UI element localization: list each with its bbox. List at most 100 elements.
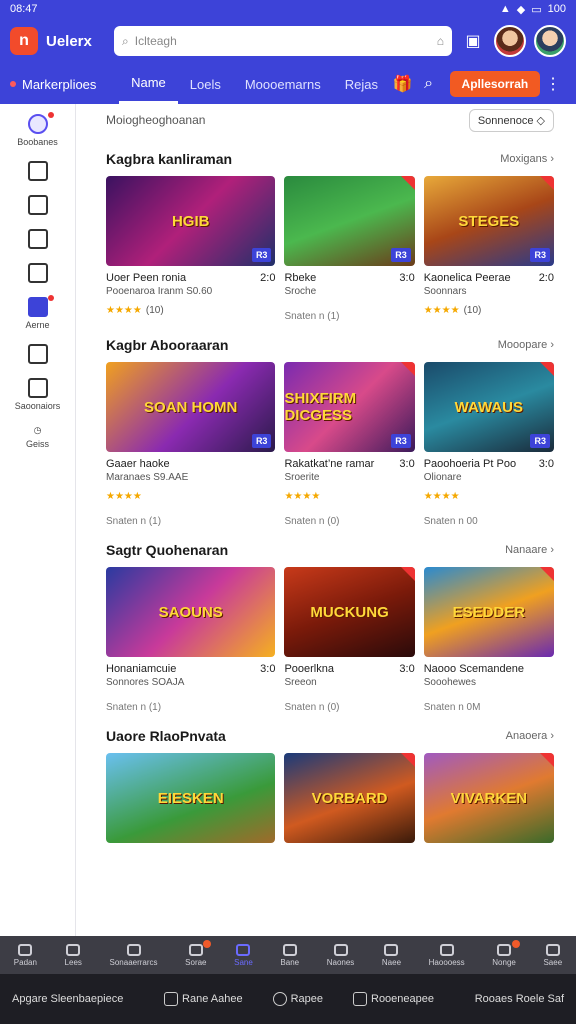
product-title[interactable]: Naooo Scemandene (424, 663, 524, 675)
bottom-nav-item[interactable]: Bane (280, 943, 299, 967)
tab-rejas[interactable]: Rejas (333, 64, 390, 104)
product-thumbnail[interactable]: SHIXFIRM DICGESS R3 (284, 362, 415, 452)
product-card[interactable]: SAOUNS Honaniamcuie 3:0 Sonnores SOAJA Snate… (106, 567, 276, 713)
product-title[interactable]: Kaonelica Peerae (424, 272, 511, 284)
product-title[interactable]: Uoer Peen ronia (106, 272, 186, 284)
search-field[interactable]: ⌕ Iclteagh ⌂ (114, 26, 452, 56)
sidebar-item-7[interactable]: Saoonaiors (0, 378, 76, 411)
rating-stars: ★★★★ (10) (424, 305, 554, 316)
more-icon[interactable]: ⋮ (540, 71, 566, 97)
bottom-nav-item[interactable]: Naee (382, 943, 401, 967)
see-more-link[interactable]: Anaoera › (506, 730, 554, 742)
product-thumbnail[interactable]: MUCKUNG (284, 567, 415, 657)
product-thumbnail[interactable]: WAWAUS R3 (423, 362, 554, 452)
bottom-nav-item[interactable]: Sonaaerrarcs (110, 943, 158, 967)
product-card[interactable]: MUCKUNG Pooerlkna 3:0 Sreeon Snaten n (0) (284, 567, 415, 713)
product-subtitle: Soonnars (424, 286, 554, 297)
see-more-link[interactable]: Nanaare › (505, 544, 554, 556)
bottom-nav-item[interactable]: Nonge (492, 939, 520, 967)
product-card[interactable]: WAWAUS R3 Paoohoeria Pt Poo 3:0 Olionare ★★★… (423, 362, 554, 527)
circle-icon (272, 992, 287, 1006)
product-title[interactable]: Honaniamcuie (106, 663, 176, 675)
sidebar-item-4[interactable] (0, 263, 76, 283)
tab-name[interactable]: Name (119, 64, 178, 104)
wand-icon (333, 943, 348, 956)
cta-button[interactable]: Apllesorrah (449, 71, 541, 97)
rating-stars: ★★★★ (424, 491, 554, 502)
app-bar: n Uelerx ⌕ Iclteagh ⌂ ▣ (0, 18, 576, 64)
price-badge: R3 (391, 248, 411, 262)
see-more-label: Moxigans (500, 153, 548, 165)
product-card[interactable]: VIVARKEN (423, 753, 554, 843)
tab-loels[interactable]: Loels (178, 64, 233, 104)
system-btn-1[interactable]: Rapee (272, 992, 323, 1006)
person-icon (545, 943, 560, 956)
product-card[interactable]: HGIB R3 Uoer Peen ronia 2:0 Pooenaroa Iranm … (106, 176, 276, 322)
product-thumbnail[interactable]: R3 (284, 176, 415, 266)
bottom-nav-item[interactable]: Naones (326, 943, 355, 967)
product-thumbnail[interactable]: VORBARD (284, 753, 415, 843)
product-title[interactable]: Paoohoeria Pt Poo (424, 458, 516, 470)
tab-moooemarns[interactable]: Moooemarns (233, 64, 333, 104)
product-title-row: Kaonelica Peerae 2:0 (424, 272, 554, 284)
app-logo[interactable]: n (10, 27, 38, 55)
bottom-nav-item[interactable]: Padan (14, 943, 37, 967)
system-left-text[interactable]: Apgare Sleenbaepiece (12, 993, 123, 1005)
results-bar: Moiogheoghoanan Sonnenoce ◇ (106, 104, 554, 136)
sidebar-item-0[interactable]: Boobanes (0, 112, 76, 147)
product-thumbnail[interactable]: STEGES R3 (423, 176, 554, 266)
avatar-secondary[interactable] (534, 25, 566, 57)
system-right-text[interactable]: Rooaes Roele Saf (475, 993, 564, 1005)
corner-ribbon (539, 176, 554, 190)
section: Kagbr Abooraaran Mooopare › SOAN HOMN R3 Gaa… (106, 328, 554, 527)
bottom-nav-item[interactable]: Lees (65, 943, 82, 967)
product-card[interactable]: EIESKEN (106, 753, 276, 843)
product-card[interactable]: STEGES R3 Kaonelica Peerae 2:0 Soonnars ★★★★… (423, 176, 554, 322)
bottom-nav-item[interactable]: Sane (234, 943, 253, 967)
calendar-icon[interactable]: ▣ (460, 28, 486, 54)
sidebar-item-6[interactable] (0, 344, 76, 364)
system-btn-0[interactable]: Rane Aahee (164, 992, 243, 1006)
product-card[interactable]: SHIXFIRM DICGESS R3 Rakatkat’ne ramar 3:0 Sr… (284, 362, 415, 527)
product-title[interactable]: Rbeke (284, 272, 316, 284)
gift-icon[interactable]: 🎁 (390, 71, 416, 97)
marketplace-switch[interactable]: Markerplioes (10, 77, 119, 92)
product-thumbnail[interactable]: EIESKEN (106, 753, 276, 843)
search-icon[interactable]: ⌕ (416, 71, 442, 97)
section-header: Sagtr Quohenaran Nanaare › (106, 533, 554, 567)
thumbnail-art-text: STEGES (458, 212, 520, 230)
search-icon: ⌕ (122, 33, 129, 48)
product-thumbnail[interactable]: HGIB R3 (106, 176, 276, 266)
bag-icon[interactable]: ⌂ (437, 34, 444, 48)
system-mid: Rane Aahee Rapee Rooeneapee (164, 992, 434, 1006)
product-title[interactable]: Pooerlkna (284, 663, 334, 675)
avatar[interactable] (494, 25, 526, 57)
product-meta: Snaten n (1) (284, 311, 340, 322)
product-thumbnail[interactable]: SAOUNS (106, 567, 276, 657)
product-card[interactable]: VORBARD (284, 753, 415, 843)
bottom-nav-item[interactable]: Sorae (185, 939, 211, 967)
product-meta: Snaten n 00 (423, 516, 478, 527)
sidebar-item-1[interactable] (0, 161, 76, 181)
product-thumbnail[interactable]: VIVARKEN (423, 753, 554, 843)
product-thumbnail[interactable]: SOAN HOMN R3 (106, 362, 276, 452)
thumbnail-art-text: MUCKUNG (310, 603, 389, 621)
see-more-link[interactable]: Mooopare › (498, 339, 554, 351)
sidebar-item-2[interactable] (0, 195, 76, 215)
bottom-nav-label: Naones (326, 957, 355, 967)
product-title[interactable]: Rakatkat’ne ramar (284, 458, 374, 470)
product-title[interactable]: Gaaer haoke (106, 458, 170, 470)
product-card[interactable]: SOAN HOMN R3 Gaaer haoke Maranaes S9.AAE ★★★… (106, 362, 276, 527)
product-card[interactable]: ESEDDER Naooo Scemandene Sooohewes Snaten … (423, 567, 554, 713)
see-more-link[interactable]: Moxigans › (500, 153, 554, 165)
sidebar-item-8[interactable]: ◷ Geiss (0, 425, 76, 449)
product-thumbnail[interactable]: ESEDDER (423, 567, 554, 657)
product-title-row: Gaaer haoke (106, 458, 275, 470)
system-btn-2[interactable]: Rooeneapee (353, 992, 434, 1006)
sidebar-item-5[interactable]: Aerne (0, 295, 76, 330)
bottom-nav-item[interactable]: Haoooess (429, 943, 465, 967)
sidebar-item-3[interactable] (0, 229, 76, 249)
sort-button[interactable]: Sonnenoce ◇ (468, 108, 554, 132)
bottom-nav-item[interactable]: Saee (543, 943, 562, 967)
product-card[interactable]: R3 Rbeke 3:0 Sroche Snaten n (1) (284, 176, 415, 322)
